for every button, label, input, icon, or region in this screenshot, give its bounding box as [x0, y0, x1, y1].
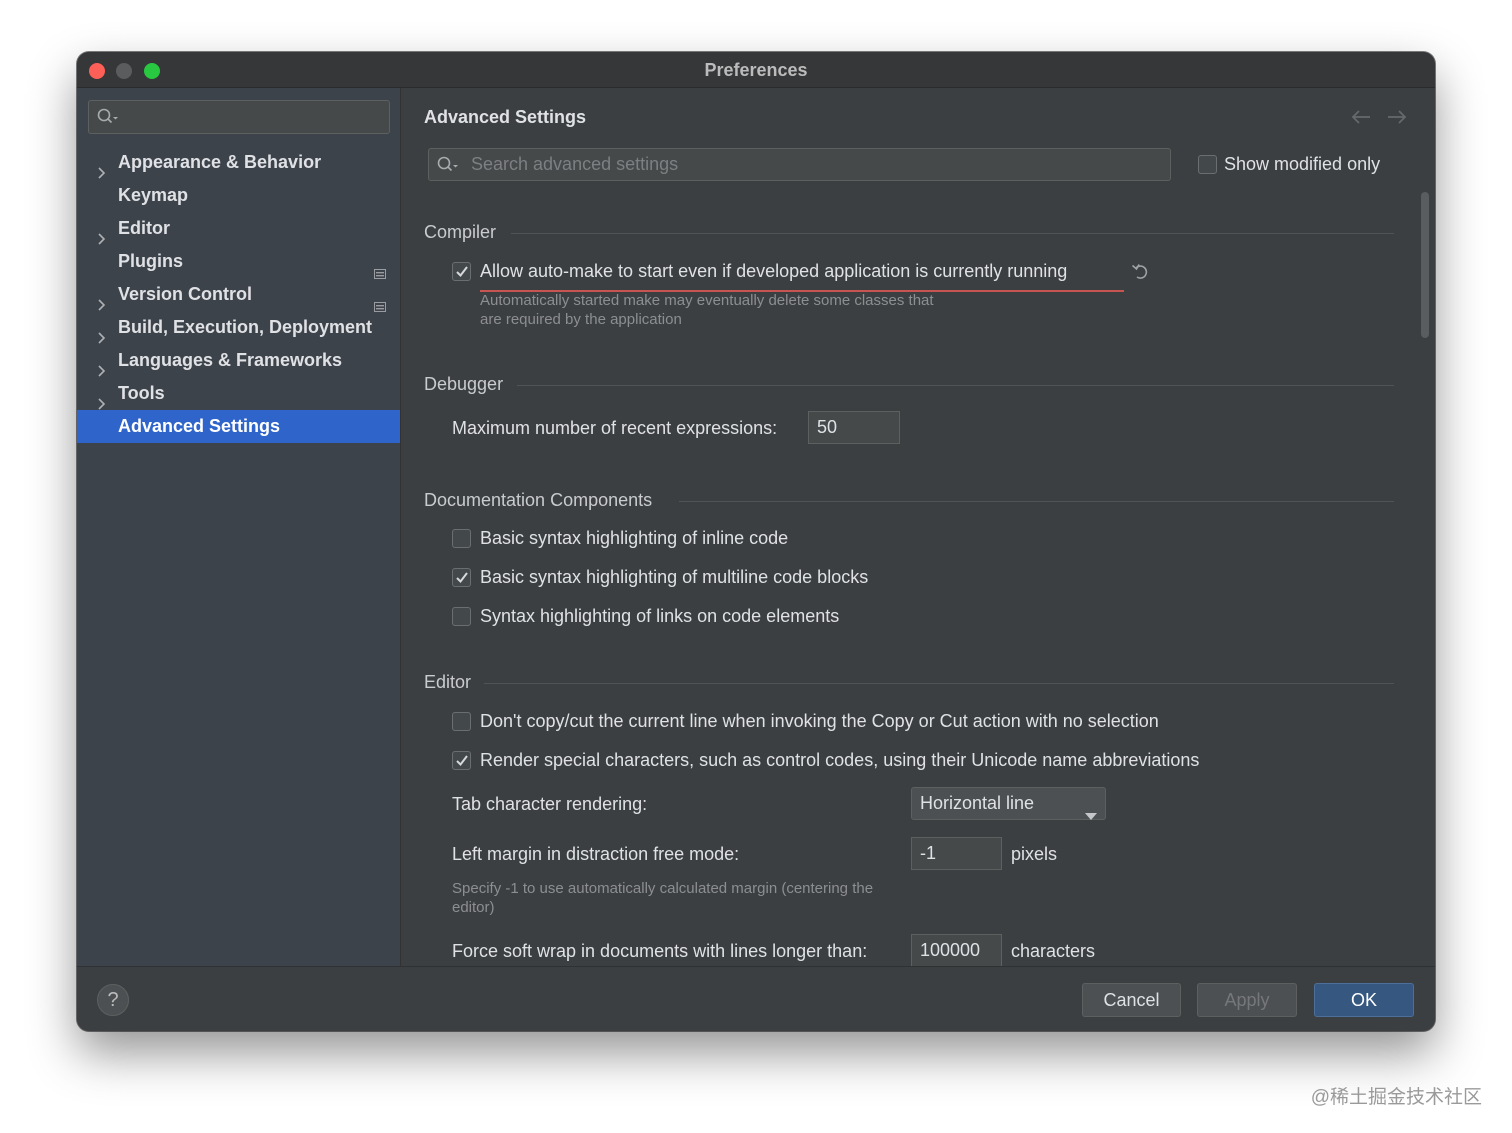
sidebar-item-editor[interactable]: Editor	[77, 212, 400, 245]
section-separator	[517, 385, 1394, 386]
left-margin-input[interactable]: -1	[911, 837, 1002, 870]
show-modified-only-label: Show modified only	[1224, 154, 1381, 174]
sidebar-item-label: Build, Execution, Deployment	[118, 317, 373, 337]
sidebar-item-label: Languages & Frameworks	[118, 350, 343, 370]
soft-wrap-input[interactable]: 100000	[911, 934, 1002, 966]
tab-rendering-value: Horizontal line	[920, 793, 1035, 813]
sidebar-item-label: Editor	[118, 218, 170, 238]
left-margin-unit: pixels	[1011, 844, 1058, 864]
section-separator	[511, 233, 1394, 234]
search-icon	[437, 156, 461, 179]
sidebar-item-label: Appearance & Behavior	[118, 152, 322, 172]
render-special-chars-label: Render special characters, such as contr…	[480, 750, 1200, 770]
max-expressions-label: Maximum number of recent expressions:	[452, 418, 778, 438]
help-button[interactable]: ?	[97, 984, 129, 1016]
sidebar-item-tools[interactable]: Tools	[77, 377, 400, 410]
section-title-documentation: Documentation Components	[424, 490, 653, 510]
links-highlight-checkbox[interactable]	[452, 607, 471, 626]
apply-button[interactable]: Apply	[1197, 983, 1297, 1017]
sidebar-item-languages-frameworks[interactable]: Languages & Frameworks	[77, 344, 400, 377]
sidebar-item-build-execution-deployment[interactable]: Build, Execution, Deployment	[77, 311, 400, 344]
sidebar-item-keymap[interactable]: Keymap	[77, 179, 400, 212]
sidebar-nav: Appearance & Behavior Keymap Editor Plug…	[77, 146, 400, 443]
left-margin-label: Left margin in distraction free mode:	[452, 844, 740, 864]
sidebar-item-label: Plugins	[118, 251, 184, 271]
page-title: Advanced Settings	[424, 107, 587, 127]
sidebar-item-plugins[interactable]: Plugins	[77, 245, 400, 279]
sidebar-item-version-control[interactable]: Version Control	[77, 278, 400, 312]
section-title-debugger: Debugger	[424, 374, 504, 394]
copy-cut-line-label: Don't copy/cut the current line when inv…	[480, 711, 1159, 731]
sidebar-item-appearance-behavior[interactable]: Appearance & Behavior	[77, 146, 400, 179]
inline-code-highlight-checkbox[interactable]	[452, 529, 471, 548]
show-modified-only-checkbox[interactable]	[1198, 155, 1217, 174]
section-title-compiler: Compiler	[424, 222, 497, 242]
max-expressions-input[interactable]: 50	[808, 411, 900, 444]
hint-line: Specify -1 to use automatically calculat…	[452, 880, 874, 897]
inline-code-highlight-label: Basic syntax highlighting of inline code	[480, 528, 789, 548]
sidebar-item-label: Tools	[118, 383, 165, 403]
back-arrow-icon[interactable]	[1351, 110, 1371, 129]
checkmark-icon	[456, 572, 468, 584]
watermark: @稀土掘金技术社区	[1310, 1087, 1482, 1108]
tab-rendering-select[interactable]: Horizontal line	[911, 787, 1106, 820]
left-margin-hint: Specify -1 to use automatically calculat…	[452, 879, 873, 917]
vertical-scrollbar[interactable]	[1421, 192, 1429, 338]
automake-hint: Automatically started make may eventuall…	[480, 291, 934, 329]
section-title-editor: Editor	[424, 672, 472, 692]
hint-line: are required by the application	[480, 311, 682, 328]
search-icon	[97, 108, 121, 131]
ok-button[interactable]: OK	[1314, 983, 1414, 1017]
forward-arrow-icon[interactable]	[1387, 110, 1407, 129]
advanced-search-box	[428, 148, 1171, 181]
cancel-button[interactable]: Cancel	[1082, 983, 1181, 1017]
hint-line: editor)	[452, 899, 495, 916]
checkmark-icon	[456, 755, 468, 767]
soft-wrap-label: Force soft wrap in documents with lines …	[452, 941, 868, 961]
hint-line: Automatically started make may eventuall…	[480, 292, 934, 309]
render-special-chars-checkbox[interactable]	[452, 751, 471, 770]
section-separator	[484, 683, 1394, 684]
preferences-window: Preferences Appearance & Behavior Keymap…	[77, 52, 1435, 1031]
copy-cut-line-checkbox[interactable]	[452, 712, 471, 731]
title-bar: Preferences	[77, 52, 1435, 88]
window-title: Preferences	[704, 60, 808, 80]
advanced-search-input[interactable]	[471, 149, 1161, 180]
tab-rendering-label: Tab character rendering:	[452, 794, 648, 814]
sidebar-item-advanced-settings[interactable]: Advanced Settings	[77, 410, 400, 443]
settings-sidebar: Appearance & Behavior Keymap Editor Plug…	[77, 88, 401, 966]
dialog-footer: ? Cancel Apply OK	[77, 966, 1435, 1031]
sidebar-item-label: Keymap	[118, 185, 189, 205]
sidebar-search-input[interactable]	[88, 100, 390, 134]
section-separator	[679, 501, 1394, 502]
soft-wrap-unit: characters	[1011, 941, 1096, 961]
multiline-code-highlight-label: Basic syntax highlighting of multiline c…	[480, 567, 869, 587]
settings-content: Advanced Settings Show modified only Com…	[402, 88, 1435, 966]
links-highlight-label: Syntax highlighting of links on code ele…	[480, 606, 840, 626]
reset-icon[interactable]	[1131, 263, 1149, 285]
automake-label: Allow auto-make to start even if develop…	[480, 261, 1068, 281]
multiline-code-highlight-checkbox[interactable]	[452, 568, 471, 587]
sidebar-item-label: Version Control	[118, 284, 253, 304]
checkmark-icon	[456, 266, 468, 278]
chevron-down-icon	[1085, 800, 1097, 831]
sidebar-item-label: Advanced Settings	[118, 416, 281, 436]
automake-checkbox[interactable]	[452, 262, 471, 281]
